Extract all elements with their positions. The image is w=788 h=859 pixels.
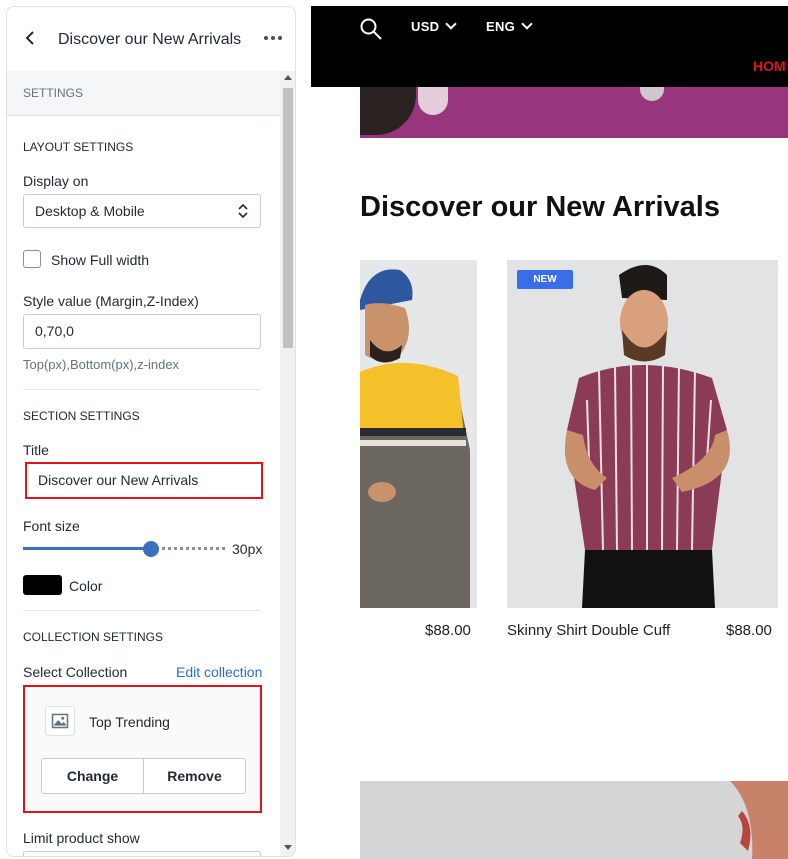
banner-figure [360,87,416,135]
product-name[interactable]: Skinny Shirt Double Cuff [507,622,670,639]
product-photo [360,260,477,608]
product-image[interactable] [360,260,477,608]
store-header: USD ENG HOM [311,6,788,87]
display-on-select[interactable]: Desktop & Mobile [23,194,261,228]
section-title: Discover our New Arrivals [360,191,720,223]
chevron-down-icon [445,18,458,30]
full-width-checkbox[interactable] [23,250,41,268]
nav-home-link[interactable]: HOM [753,58,786,74]
search-icon[interactable] [359,17,383,41]
scroll-down-arrow-icon[interactable] [284,845,292,850]
collection-name: Top Trending [89,714,170,730]
font-size-label: Font size [23,518,80,534]
full-width-label: Show Full width [51,252,150,268]
remove-button[interactable]: Remove [143,759,245,793]
change-button[interactable]: Change [42,759,143,793]
product-price: $88.00 [726,622,772,639]
font-size-slider-fill [23,547,151,550]
currency-selector[interactable]: USD [411,18,458,34]
color-swatch[interactable] [23,575,62,595]
scroll-up-arrow-icon[interactable] [284,75,292,80]
style-value-input[interactable]: 0,70,0 [23,314,261,349]
language-value: ENG [486,19,516,34]
font-size-value: 30px [232,541,263,557]
display-on-value: Desktop & Mobile [35,203,145,219]
style-value-help: Top(px),Bottom(px),z-index [23,357,180,372]
new-badge: NEW [517,270,573,289]
collection-button-group: Change Remove [41,758,246,794]
currency-value: USD [411,19,440,34]
section-settings-heading: SECTION SETTINGS [23,409,140,423]
chevron-down-icon [521,18,533,30]
panel-title: Discover our New Arrivals [58,31,242,48]
language-selector[interactable]: ENG [486,18,533,34]
title-label: Title [23,442,49,458]
settings-bar: SETTINGS [7,71,280,116]
collection-settings-heading: COLLECTION SETTINGS [23,630,164,644]
edit-collection-link[interactable]: Edit collection [176,664,262,680]
hero-banner-image [360,87,788,138]
title-input[interactable]: Discover our New Arrivals [25,462,263,499]
select-collection-label: Select Collection [23,664,128,680]
banner-figure [640,87,664,101]
store-preview: USD ENG HOM Discover our New Arrivals $8… [311,6,788,859]
limit-product-input[interactable] [23,851,261,856]
font-size-slider-thumb[interactable] [143,541,159,557]
collection-picker: Top Trending Change Remove [23,685,262,813]
product-photo [360,781,788,859]
banner-figure [418,87,448,115]
panel-header: Discover our New Arrivals [7,7,295,72]
divider [23,389,261,390]
product-photo [507,260,778,608]
scroll-thumb[interactable] [283,88,293,348]
divider [23,610,261,611]
more-dots-icon[interactable] [262,29,284,47]
back-arrow-icon[interactable] [22,29,40,47]
style-value-label: Style value (Margin,Z-Index) [23,293,199,309]
layout-settings-heading: LAYOUT SETTINGS [23,140,134,154]
product-image[interactable] [360,781,788,859]
product-price: $88.00 [425,622,471,639]
panel-body: SETTINGS LAYOUT SETTINGS Display on Desk… [7,71,280,856]
product-image[interactable]: NEW [507,260,778,608]
limit-product-label: Limit product show [23,830,140,846]
font-size-slider-track[interactable] [151,547,225,553]
panel-scrollbar[interactable] [280,71,295,856]
display-on-label: Display on [23,173,89,189]
select-arrows-icon [238,204,248,218]
settings-panel: Discover our New Arrivals SETTINGS LAYOU… [6,6,296,857]
image-placeholder-icon [45,706,75,736]
color-label: Color [69,578,103,594]
